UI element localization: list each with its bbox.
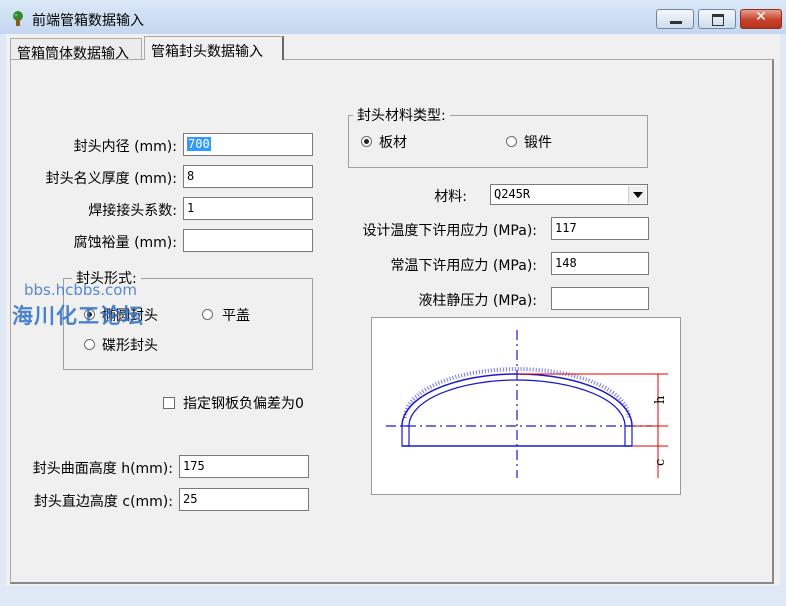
option-dished-head: 碟形封头 — [102, 338, 158, 354]
chevron-down-icon[interactable] — [628, 186, 646, 203]
watermark-text: 海川化工论坛 — [12, 304, 144, 328]
zero-tolerance-label: 指定钢板负偏差为0 — [183, 396, 304, 412]
inner-diameter-input[interactable]: 700 — [183, 133, 313, 156]
field-label-weld-coefficient: 焊接接头系数: — [88, 203, 177, 219]
option-forging: 锻件 — [524, 135, 552, 151]
status-bar — [0, 586, 786, 606]
field-label-room-stress: 常温下许用应力 (MPa): — [390, 258, 537, 274]
radio-forging[interactable] — [506, 136, 517, 147]
watermark-url: bbs.hcbbs.com — [24, 281, 138, 299]
close-button[interactable]: ✕ — [740, 9, 782, 29]
field-label-design-stress: 设计温度下许用应力 (MPa): — [362, 223, 537, 239]
field-label-straight-height: 封头直边高度 c(mm): — [33, 494, 173, 510]
maximize-icon — [712, 14, 724, 26]
field-label-nominal-thickness: 封头名义厚度 (mm): — [45, 171, 177, 187]
tab-head-data[interactable]: 管箱封头数据输入 — [144, 36, 284, 60]
field-label-hydrostatic-pressure: 液柱静压力 (MPa): — [418, 293, 537, 309]
straight-height-input[interactable]: 25 — [179, 488, 309, 511]
field-label-corrosion-allowance: 腐蚀裕量 (mm): — [73, 235, 177, 251]
ellipsoidal-head-drawing: h c — [386, 330, 668, 478]
tree-icon — [13, 11, 23, 26]
field-label-inner-diameter: 封头内径 (mm): — [73, 139, 177, 155]
option-flat-cover: 平盖 — [222, 308, 250, 324]
minimize-icon — [670, 21, 682, 24]
title-bar: 前端管箱数据输入 ✕ — [0, 0, 786, 34]
corrosion-allowance-input[interactable] — [183, 229, 313, 252]
option-plate: 板材 — [379, 135, 407, 151]
window-title: 前端管箱数据输入 — [32, 13, 144, 29]
field-label-curved-height: 封头曲面高度 h(mm): — [32, 461, 173, 477]
radio-flat-cover[interactable] — [202, 309, 213, 320]
minimize-button[interactable] — [656, 9, 694, 29]
curved-height-input[interactable]: 175 — [179, 455, 309, 478]
radio-plate[interactable] — [361, 136, 372, 147]
h-dimension-label: h — [653, 395, 668, 404]
hydrostatic-pressure-input[interactable] — [551, 287, 649, 310]
weld-coefficient-input[interactable]: 1 — [183, 197, 313, 220]
material-select[interactable]: Q245R — [490, 184, 648, 205]
room-stress-input[interactable]: 148 — [551, 252, 649, 275]
maximize-button[interactable] — [698, 9, 736, 29]
material-label: 材料: — [434, 189, 467, 205]
head-diagram: h c — [371, 317, 681, 495]
radio-dished-head[interactable] — [84, 339, 95, 350]
zero-tolerance-checkbox[interactable] — [163, 397, 175, 409]
material-select-value: Q245R — [494, 187, 531, 201]
design-stress-input[interactable]: 117 — [551, 217, 649, 240]
material-type-legend: 封头材料类型: — [353, 105, 450, 125]
inner-diameter-value: 700 — [187, 137, 211, 151]
nominal-thickness-input[interactable]: 8 — [183, 165, 313, 188]
material-type-group: 封头材料类型: 板材 锻件 — [348, 105, 648, 168]
c-dimension-label: c — [653, 459, 668, 466]
close-icon: ✕ — [755, 9, 767, 25]
